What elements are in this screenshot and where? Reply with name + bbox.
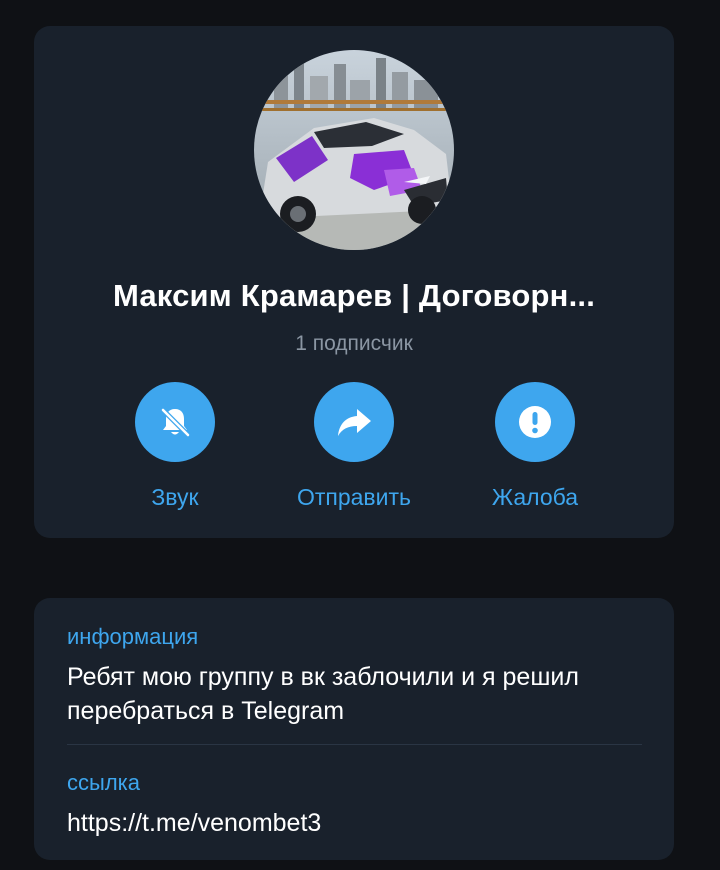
subscriber-count: 1 подписчик [295, 332, 413, 355]
info-card: информация Ребят мою группу в вк заблочи… [34, 598, 674, 860]
bell-muted-icon [160, 407, 191, 438]
exclamation-icon [519, 406, 551, 438]
share-button[interactable]: Отправить [279, 382, 429, 522]
link-text[interactable]: https://t.me/venombet3 [67, 806, 647, 840]
profile-card: Максим Крамарев | Договорн... 1 подписчи… [34, 26, 674, 538]
share-circle[interactable] [314, 382, 394, 462]
report-label: Жалоба [491, 484, 579, 510]
avatar-car-image [254, 50, 454, 250]
report-circle[interactable] [495, 382, 575, 462]
report-button[interactable]: Жалоба [460, 382, 610, 522]
sound-label: Звук [151, 484, 199, 510]
share-label: Отправить [296, 484, 412, 510]
sound-button[interactable]: Звук [100, 382, 250, 522]
channel-title: Максим Крамарев | Договорн... [112, 278, 596, 313]
sound-circle[interactable] [135, 382, 215, 462]
link-label: ссылка [67, 770, 140, 795]
about-label: информация [67, 624, 199, 649]
divider [67, 744, 642, 745]
avatar[interactable] [254, 50, 454, 250]
share-arrow-icon [338, 409, 371, 436]
about-text: Ребят мою группу в вк заблочили и я реши… [67, 663, 579, 725]
